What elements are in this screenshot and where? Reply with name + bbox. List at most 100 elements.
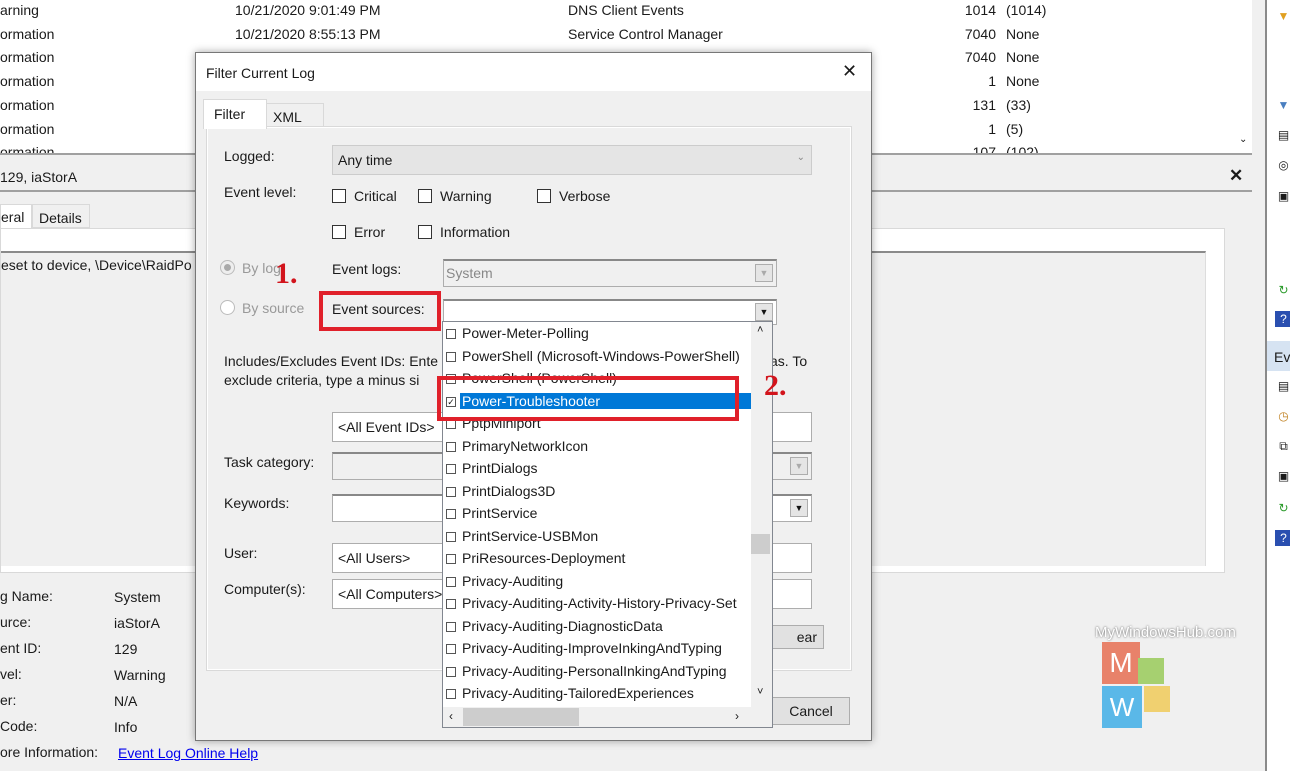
checkbox[interactable] bbox=[446, 599, 456, 609]
event-source-label: Privacy-Auditing-ImproveInkingAndTyping bbox=[462, 640, 722, 656]
list-horizontal-scrollbar[interactable]: ‹ › bbox=[443, 707, 772, 727]
chevron-down-icon: ⌄ bbox=[796, 152, 805, 163]
scroll-down-icon[interactable]: ˅ bbox=[757, 686, 763, 698]
event-row[interactable]: arning 10/21/2020 9:01:49 PM DNS Client Ev… bbox=[0, 0, 1235, 24]
event-source-item[interactable]: Privacy-Auditing-PersonalInkingAndTyping bbox=[443, 661, 751, 683]
field-label: er: bbox=[0, 692, 17, 708]
field-value: N/A bbox=[114, 693, 138, 709]
information-checkbox[interactable]: Information bbox=[418, 224, 510, 240]
dialog-title: Filter Current Log bbox=[206, 65, 315, 81]
by-log-radio[interactable]: By log bbox=[220, 260, 281, 276]
tab-xml[interactable]: XML bbox=[266, 103, 324, 128]
event-id: 1 bbox=[988, 120, 996, 137]
event-source-item[interactable]: Power-Meter-Polling bbox=[443, 323, 751, 345]
scrollbar-thumb[interactable] bbox=[751, 534, 770, 554]
scroll-right-icon[interactable]: › bbox=[735, 709, 739, 723]
annotation-box-power-troubleshooter bbox=[437, 376, 739, 421]
checkbox[interactable] bbox=[446, 666, 456, 677]
radio-label: By source bbox=[242, 300, 305, 316]
event-id: 7040 bbox=[964, 25, 996, 42]
event-source-item[interactable]: Privacy-Auditing-DiagnosticData bbox=[443, 616, 751, 638]
save-icon[interactable]: ▣ bbox=[1275, 468, 1290, 484]
dropdown-arrow-icon[interactable]: ▼ bbox=[755, 303, 773, 321]
by-source-radio[interactable]: By source bbox=[220, 300, 304, 316]
user-value: <All Users> bbox=[338, 550, 411, 566]
checkbox[interactable] bbox=[446, 509, 456, 519]
event-source-label: PrintService-USBMon bbox=[462, 527, 599, 544]
tab-label: eral bbox=[1, 209, 25, 225]
logged-select[interactable]: Any time ⌄ bbox=[332, 145, 812, 175]
refresh-icon[interactable]: ↻ bbox=[1275, 500, 1290, 516]
event-source-item[interactable]: PrintDialogs3D bbox=[443, 481, 751, 503]
event-source-item[interactable]: PrimaryNetworkIcon bbox=[443, 436, 751, 458]
checkbox[interactable] bbox=[446, 531, 456, 542]
event-source-item[interactable]: PriResources-Deployment bbox=[443, 548, 751, 570]
copy-icon[interactable]: ⧉ bbox=[1275, 438, 1290, 454]
warning-checkbox[interactable]: Warning bbox=[418, 188, 492, 204]
event-source-item[interactable]: Privacy-Auditing-TailoredExperiences bbox=[443, 683, 751, 705]
event-level: ormation bbox=[0, 144, 55, 155]
close-icon[interactable]: ✕ bbox=[842, 61, 857, 82]
event-row[interactable]: ormation 10/21/2020 8:55:13 PM Service Con… bbox=[0, 24, 1235, 48]
event-log-help-link[interactable]: Event Log Online Help bbox=[118, 745, 258, 761]
event-properties-icon[interactable]: ▤ bbox=[1275, 378, 1290, 394]
event-level: ormation bbox=[0, 25, 55, 42]
verbose-checkbox[interactable]: Verbose bbox=[537, 188, 610, 204]
scrollbar-thumb[interactable] bbox=[463, 708, 579, 726]
find-icon[interactable]: ◎ bbox=[1275, 157, 1290, 173]
event-source-item[interactable]: Privacy-Auditing-ImproveInkingAndTyping bbox=[443, 638, 751, 660]
event-source-item[interactable]: PowerShell (Microsoft-Windows-PowerShell… bbox=[443, 346, 751, 368]
help-icon[interactable]: ? bbox=[1275, 530, 1290, 546]
checkbox[interactable] bbox=[446, 554, 456, 564]
scroll-left-icon[interactable]: ‹ bbox=[449, 709, 453, 723]
event-list-scrollbar[interactable]: ⌄ bbox=[1235, 0, 1252, 153]
field-label: vel: bbox=[0, 666, 22, 682]
event-source-item[interactable]: Privacy-Auditing-Activity-History-Privac… bbox=[443, 593, 751, 615]
checkbox-label: Critical bbox=[354, 188, 397, 204]
scroll-down-icon[interactable]: ⌄ bbox=[1239, 134, 1247, 145]
checkbox[interactable] bbox=[446, 621, 456, 632]
event-source-label: Privacy-Auditing-Activity-History-Privac… bbox=[462, 595, 737, 611]
checkbox[interactable] bbox=[446, 644, 456, 654]
checkbox[interactable] bbox=[446, 351, 456, 362]
close-icon[interactable]: ✕ bbox=[1229, 166, 1243, 186]
checkbox[interactable] bbox=[446, 486, 456, 497]
tab-general[interactable]: eral bbox=[0, 204, 32, 229]
dropdown-arrow-icon[interactable]: ▼ bbox=[755, 264, 773, 282]
checkbox[interactable] bbox=[446, 576, 456, 587]
cancel-button[interactable]: Cancel bbox=[772, 697, 850, 725]
detail-title: 129, iaStorA bbox=[0, 169, 78, 185]
user-label: User: bbox=[224, 545, 258, 561]
tab-details[interactable]: Details bbox=[32, 204, 90, 228]
properties-icon[interactable]: ▤ bbox=[1275, 127, 1290, 143]
save-icon[interactable]: ▣ bbox=[1275, 188, 1290, 204]
error-checkbox[interactable]: Error bbox=[332, 224, 385, 240]
filter-icon[interactable]: ▼ bbox=[1275, 97, 1290, 113]
field-label: ore Information: bbox=[0, 744, 99, 760]
field-label: g Name: bbox=[0, 588, 53, 604]
event-source-item[interactable]: PrintDialogs bbox=[443, 458, 751, 480]
field-label: Code: bbox=[0, 718, 38, 734]
event-source-item[interactable]: PrintService-USBMon bbox=[443, 526, 751, 548]
critical-checkbox[interactable]: Critical bbox=[332, 188, 397, 204]
event-source-label: PriResources-Deployment bbox=[462, 550, 626, 566]
checkbox[interactable] bbox=[446, 329, 456, 339]
event-ids-value: <All Event IDs> bbox=[338, 419, 435, 435]
refresh-icon[interactable]: ↻ bbox=[1275, 282, 1290, 298]
event-source-item[interactable]: PrintService bbox=[443, 503, 751, 525]
event-source-label: PowerShell (Microsoft-Windows-PowerShell… bbox=[462, 347, 740, 364]
attach-task-icon[interactable]: ◷ bbox=[1275, 408, 1290, 424]
scroll-up-icon[interactable]: ˄ bbox=[757, 324, 763, 336]
tab-label: XML bbox=[273, 109, 302, 125]
event-source-item[interactable]: Privacy-Auditing bbox=[443, 571, 751, 593]
tab-filter[interactable]: Filter bbox=[203, 99, 267, 129]
checkbox[interactable] bbox=[446, 441, 456, 452]
dropdown-arrow-icon[interactable]: ▼ bbox=[790, 457, 808, 475]
checkbox[interactable] bbox=[446, 689, 456, 699]
event-source-label: Power-Meter-Polling bbox=[462, 325, 589, 341]
event-logs-select[interactable]: System ▼ bbox=[443, 259, 777, 287]
dropdown-arrow-icon[interactable]: ▼ bbox=[790, 499, 808, 517]
help-icon[interactable]: ? bbox=[1275, 311, 1290, 327]
checkbox[interactable] bbox=[446, 464, 456, 474]
filter-icon[interactable]: ▼ bbox=[1275, 8, 1290, 24]
